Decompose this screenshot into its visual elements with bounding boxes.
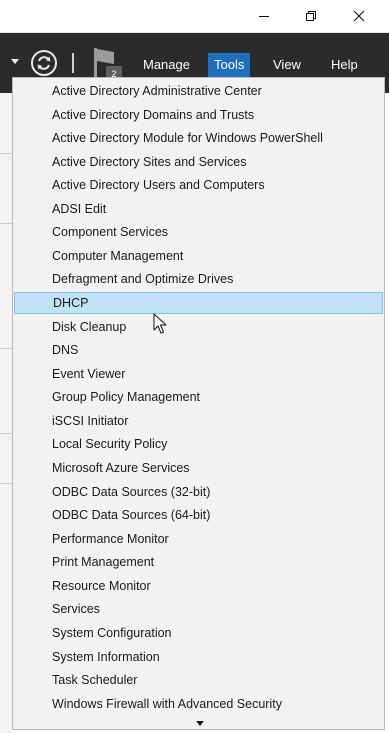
window-titlebar [0, 0, 389, 33]
menu-item-ad-admin-center[interactable]: Active Directory Administrative Center [14, 80, 383, 102]
menu-item-component-services[interactable]: Component Services [14, 221, 383, 243]
navigation-dropdown-icon[interactable] [11, 59, 19, 64]
pane-divider [0, 483, 12, 484]
menu-item-system-configuration[interactable]: System Configuration [14, 622, 383, 644]
menu-item-local-security-policy[interactable]: Local Security Policy [14, 433, 383, 455]
mouse-pointer-icon [153, 313, 167, 334]
menu-item-defragment-drives[interactable]: Defragment and Optimize Drives [14, 268, 383, 290]
menu-help[interactable]: Help [325, 53, 364, 77]
pane-divider [0, 223, 12, 224]
tools-dropdown-menu: Active Directory Administrative Center A… [12, 77, 385, 730]
menu-item-ad-domains-trusts[interactable]: Active Directory Domains and Trusts [14, 104, 383, 126]
close-button[interactable] [336, 0, 382, 32]
pane-divider [0, 348, 12, 349]
restore-icon [306, 11, 316, 21]
menu-item-computer-management[interactable]: Computer Management [14, 245, 383, 267]
restore-button[interactable] [288, 0, 334, 32]
menu-item-azure-services[interactable]: Microsoft Azure Services [14, 457, 383, 479]
minimize-button[interactable] [241, 0, 287, 32]
menu-item-dns[interactable]: DNS [14, 339, 383, 361]
minimize-icon [259, 16, 269, 17]
menu-view[interactable]: View [267, 53, 307, 77]
menu-item-ad-sites-services[interactable]: Active Directory Sites and Services [14, 151, 383, 173]
menu-item-event-viewer[interactable]: Event Viewer [14, 363, 383, 385]
menu-item-resource-monitor[interactable]: Resource Monitor [14, 575, 383, 597]
menu-manage[interactable]: Manage [137, 53, 196, 77]
toolbar-separator [72, 53, 74, 73]
refresh-icon[interactable] [30, 49, 58, 77]
scroll-down-icon[interactable] [196, 721, 204, 726]
menu-item-system-information[interactable]: System Information [14, 646, 383, 668]
menu-item-disk-cleanup[interactable]: Disk Cleanup [14, 316, 383, 338]
menu-item-odbc-64[interactable]: ODBC Data Sources (64-bit) [14, 504, 383, 526]
menu-item-ad-users-computers[interactable]: Active Directory Users and Computers [14, 174, 383, 196]
menu-item-adsi-edit[interactable]: ADSI Edit [14, 198, 383, 220]
menu-item-dhcp[interactable]: DHCP [14, 292, 383, 314]
pane-divider [0, 433, 12, 434]
menu-item-iscsi-initiator[interactable]: iSCSI Initiator [14, 410, 383, 432]
menu-item-windows-firewall[interactable]: Windows Firewall with Advanced Security [14, 693, 383, 715]
menu-item-odbc-32[interactable]: ODBC Data Sources (32-bit) [14, 481, 383, 503]
menu-item-ad-powershell-module[interactable]: Active Directory Module for Windows Powe… [14, 127, 383, 149]
menu-tools[interactable]: Tools [208, 53, 251, 77]
close-icon [353, 10, 365, 22]
menu-item-task-scheduler[interactable]: Task Scheduler [14, 669, 383, 691]
pane-divider [0, 153, 12, 154]
menu-item-print-management[interactable]: Print Management [14, 551, 383, 573]
menu-item-services[interactable]: Services [14, 598, 383, 620]
menu-item-performance-monitor[interactable]: Performance Monitor [14, 528, 383, 550]
menu-item-group-policy[interactable]: Group Policy Management [14, 386, 383, 408]
background-pane [0, 93, 12, 733]
